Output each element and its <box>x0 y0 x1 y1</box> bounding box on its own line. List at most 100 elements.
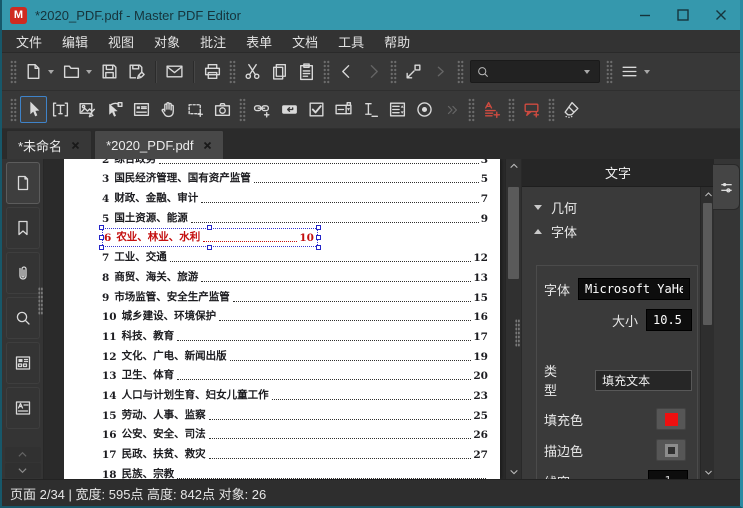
section-font[interactable]: 字体 <box>522 219 714 243</box>
menu-file[interactable]: 文件 <box>6 30 52 53</box>
toolbar-grip[interactable] <box>548 97 555 122</box>
toc-row[interactable]: 9 市场监管、安全生产监管 15 <box>102 287 488 307</box>
toc-row[interactable]: 2 综合政务 3 <box>102 159 488 169</box>
selection-handle[interactable] <box>99 224 104 230</box>
new-document-button[interactable] <box>20 58 47 85</box>
pdf-page[interactable]: 2 综合政务 3 3 国民经济管理、国有资产监管 5 4 财政、金融、审计 7 5 国土资源、… <box>64 159 500 479</box>
fit-next-button[interactable] <box>427 58 454 85</box>
select-area-tool-button[interactable] <box>182 96 209 123</box>
tab-2020-pdf[interactable]: *2020_PDF.pdf <box>94 130 224 159</box>
edit-forms-tool-button[interactable] <box>128 96 155 123</box>
hand-tool-button[interactable] <box>155 96 182 123</box>
toc-row[interactable]: 5 国土资源、能源 9 <box>102 208 488 228</box>
scrollbar-thumb[interactable] <box>703 203 712 325</box>
more-form-tools-button[interactable] <box>438 96 465 123</box>
minimize-button[interactable] <box>626 0 664 30</box>
toolbar-grip[interactable] <box>390 59 397 84</box>
selection-handle[interactable] <box>316 234 321 240</box>
selection-handle[interactable] <box>316 224 321 230</box>
toolbar-grip[interactable] <box>606 59 613 84</box>
selection-handle[interactable] <box>207 245 212 251</box>
push-button-tool-button[interactable] <box>276 96 303 123</box>
edit-path-tool-button[interactable] <box>101 96 128 123</box>
menu-help[interactable]: 帮助 <box>374 30 420 53</box>
toc-row[interactable]: 7 工业、交通 12 <box>102 247 488 267</box>
menu-tools[interactable]: 工具 <box>328 30 374 53</box>
save-button[interactable] <box>96 58 123 85</box>
sidebar-splitter-grip[interactable] <box>38 287 43 315</box>
stroke-color-button[interactable] <box>656 439 686 461</box>
copy-button[interactable] <box>266 58 293 85</box>
section-geometry[interactable]: 几何 <box>522 195 714 219</box>
cut-button[interactable] <box>239 58 266 85</box>
toc-row[interactable]: 8 商贸、海关、旅游 13 <box>102 267 488 287</box>
selection-handle[interactable] <box>207 224 212 230</box>
properties-panel-toggle[interactable] <box>713 164 740 210</box>
main-menu-dropdown[interactable] <box>644 69 650 74</box>
toolbar-grip[interactable] <box>10 59 17 84</box>
selection-handle[interactable] <box>99 245 104 251</box>
menu-annotation[interactable]: 批注 <box>190 30 236 53</box>
toolbar-grip[interactable] <box>239 97 246 122</box>
toc-row[interactable]: 12 文化、广电、新闻出版 19 <box>102 346 488 366</box>
toc-row[interactable]: 13 卫生、体育 20 <box>102 366 488 386</box>
sidebar-search-button[interactable] <box>5 297 40 339</box>
save-as-button[interactable] <box>123 58 150 85</box>
sidebar-scroll-down-button[interactable] <box>4 463 41 478</box>
line-width-input[interactable] <box>648 470 688 479</box>
scroll-up-button[interactable] <box>506 159 521 173</box>
scrollbar-thumb[interactable] <box>508 187 519 279</box>
toolbar-grip[interactable] <box>508 97 515 122</box>
fit-selection-button[interactable] <box>400 58 427 85</box>
menu-edit[interactable]: 编辑 <box>52 30 98 53</box>
toolbar-grip[interactable] <box>229 59 236 84</box>
combobox-tool-button[interactable] <box>330 96 357 123</box>
sidebar-attachments-button[interactable] <box>5 252 40 294</box>
edit-text-tool-button[interactable] <box>47 96 74 123</box>
sidebar-scroll-up-button[interactable] <box>4 447 41 462</box>
document-view[interactable]: 2 综合政务 3 3 国民经济管理、国有资产监管 5 4 财政、金融、审计 7 5 国土资源、… <box>44 159 521 479</box>
search-dropdown[interactable] <box>584 69 590 74</box>
open-document-dropdown[interactable] <box>86 69 92 74</box>
close-button[interactable] <box>702 0 740 30</box>
fill-color-button[interactable] <box>656 408 686 430</box>
panel-scrollbar[interactable] <box>700 187 714 479</box>
paste-button[interactable] <box>293 58 320 85</box>
checkbox-tool-button[interactable] <box>303 96 330 123</box>
toolbar-grip[interactable] <box>457 59 464 84</box>
text-annotation-tool-button[interactable] <box>478 96 505 123</box>
selection-handle[interactable] <box>99 234 104 240</box>
menu-object[interactable]: 对象 <box>144 30 190 53</box>
toc-row[interactable]: 11 科技、教育 17 <box>102 326 488 346</box>
menu-document[interactable]: 文档 <box>282 30 328 53</box>
font-size-input[interactable] <box>646 309 692 331</box>
toc-row[interactable]: 10 城乡建设、环境保护 16 <box>102 307 488 327</box>
radio-button-tool-button[interactable] <box>411 96 438 123</box>
toolbar-grip[interactable] <box>323 59 330 84</box>
scroll-down-button[interactable] <box>701 465 714 479</box>
toolbar-grip[interactable] <box>10 97 17 122</box>
sidebar-annotations-button[interactable] <box>5 387 40 429</box>
select-tool-button[interactable] <box>20 96 47 123</box>
scroll-down-button[interactable] <box>506 465 521 479</box>
toc-row[interactable]: 4 财政、金融、审计 7 <box>102 188 488 208</box>
toc-row[interactable]: 15 劳动、人事、监察 25 <box>102 405 488 425</box>
toc-row[interactable]: 16 公安、安全、司法 26 <box>102 425 488 445</box>
search-input[interactable] <box>494 64 579 79</box>
add-link-tool-button[interactable] <box>249 96 276 123</box>
sidebar-thumbnails-button[interactable] <box>5 162 40 204</box>
sidebar-bookmarks-button[interactable] <box>5 207 40 249</box>
callout-tool-button[interactable] <box>518 96 545 123</box>
new-document-dropdown[interactable] <box>48 69 54 74</box>
toc-row[interactable]: 3 国民经济管理、国有资产监管 5 <box>102 169 488 189</box>
menu-view[interactable]: 视图 <box>98 30 144 53</box>
print-button[interactable] <box>199 58 226 85</box>
edit-image-tool-button[interactable] <box>74 96 101 123</box>
panel-splitter-grip[interactable] <box>515 319 520 347</box>
signature-field-tool-button[interactable] <box>357 96 384 123</box>
tab-close-icon[interactable] <box>203 138 212 153</box>
toc-row[interactable]: 14 人口与计划生育、妇女儿童工作 23 <box>102 385 488 405</box>
open-document-button[interactable] <box>58 58 85 85</box>
email-button[interactable] <box>161 58 188 85</box>
listbox-tool-button[interactable] <box>384 96 411 123</box>
